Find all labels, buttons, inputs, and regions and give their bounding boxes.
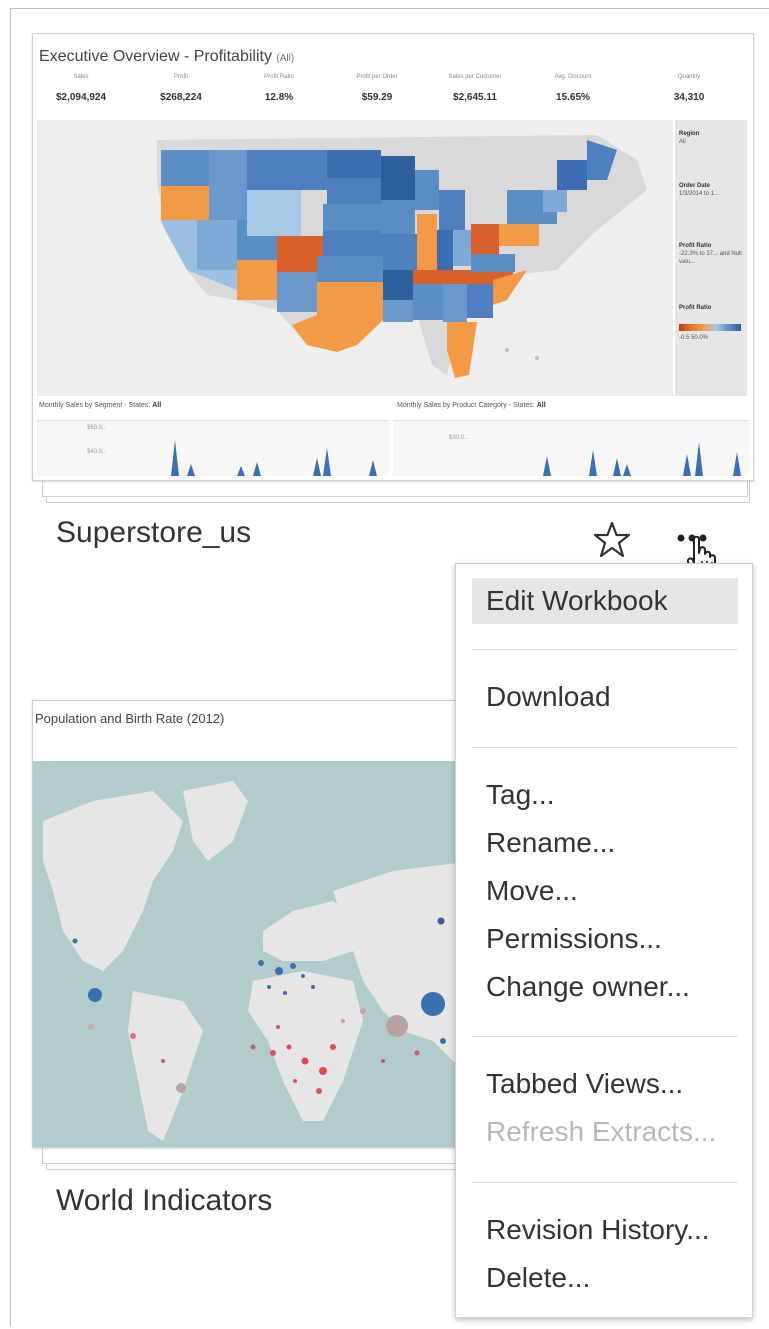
sales-spike <box>323 448 331 476</box>
sales-spike <box>695 442 703 476</box>
axis-tick: $30.0.. <box>449 435 468 441</box>
workbook-thumbnail[interactable]: Executive Overview - Profitability (All)… <box>32 33 754 481</box>
kpi-avg-discount: Avg. Discount 15.65% <box>533 74 613 103</box>
menu-item-refresh-extracts: Refresh Extracts... <box>486 1116 717 1147</box>
kpi-value: $268,224 <box>160 92 202 103</box>
color-legend-bar <box>679 324 741 331</box>
workbook-card-world-indicators[interactable]: Population and Birth Rate (2012) <box>32 700 488 1170</box>
filter-label: Profit Ratio <box>679 243 712 249</box>
menu-item-revision-history[interactable]: Revision History... <box>472 1207 738 1253</box>
filter-value: 1/3/2014 to 1... <box>679 191 720 197</box>
kpi-label: Sales <box>73 74 89 80</box>
mini-chart-filter: All <box>536 402 546 409</box>
filter-order-date: Order Date 1/3/2014 to 1... <box>679 182 719 198</box>
kpi-strip: Sales $2,094,924 Profit $268,224 Profit Ra… <box>33 74 753 110</box>
sales-spike <box>187 464 195 476</box>
mini-chart-title-text: Monthly Sales by Product Category - Stat… <box>397 402 535 409</box>
kpi-sales: Sales $2,094,924 <box>41 74 121 103</box>
sales-spike <box>589 450 597 476</box>
menu-item-tag[interactable]: Tag... <box>472 772 738 818</box>
menu-item-change-owner[interactable]: Change owner... <box>472 964 738 1010</box>
filter-label: Region <box>679 131 700 137</box>
menu-separator <box>472 1182 738 1183</box>
kpi-quantity: Quantity 34,310 <box>649 74 729 103</box>
sales-by-category-chart: $30.0.. <box>393 420 749 476</box>
kpi-value: $2,645.11 <box>453 92 497 103</box>
filter-profit-ratio: Profit Ratio -22.3% to 37... and Null val… <box>679 242 743 266</box>
menu-item-move[interactable]: Move... <box>472 868 738 914</box>
menu-separator <box>472 747 738 748</box>
menu-item-permissions[interactable]: Permissions... <box>472 916 738 962</box>
menu-item-rename[interactable]: Rename... <box>472 820 738 866</box>
kpi-value: $59.29 <box>361 92 393 103</box>
mini-chart-title-text: Monthly Sales by Segment - States: <box>39 402 151 409</box>
menu-item-delete[interactable]: Delete... <box>472 1255 738 1301</box>
sales-spike <box>237 466 245 476</box>
mini-chart-filter: All <box>152 402 162 409</box>
world-population-map <box>33 761 483 1147</box>
dashboard-title: Executive Overview - Profitability (All) <box>39 48 294 66</box>
workbook-thumbnail[interactable]: Population and Birth Rate (2012) <box>32 700 484 1148</box>
dashboard-title: Population and Birth Rate (2012) <box>35 711 225 726</box>
legend-label: Profit Ratio <box>679 305 712 311</box>
kpi-profit: Profit $268,224 <box>141 74 221 103</box>
kpi-label: Profit Ratio <box>264 74 294 80</box>
us-states-choropleth <box>37 120 673 396</box>
kpi-label: Avg. Discount <box>554 74 592 80</box>
kpi-label: Quantity <box>677 74 701 80</box>
sales-spike <box>253 462 261 476</box>
menu-item-download[interactable]: Download <box>472 674 738 720</box>
kpi-profit-ratio: Profit Ratio 12.8% <box>239 74 319 103</box>
workbook-card-superstore[interactable]: Executive Overview - Profitability (All)… <box>32 33 754 503</box>
sales-spike <box>733 452 741 476</box>
kpi-label: Profit <box>173 74 188 80</box>
world-map <box>33 761 483 1147</box>
legend-range: -0.5 50.0% <box>679 334 708 342</box>
menu-item-edit-workbook[interactable]: Edit Workbook <box>472 578 738 624</box>
mini-chart-title: Monthly Sales by Product Category - Stat… <box>397 402 546 409</box>
kpi-label: Sales per Customer <box>448 74 502 80</box>
star-outline-icon[interactable] <box>592 520 632 560</box>
sales-spike <box>369 460 377 476</box>
sales-spike <box>683 454 691 476</box>
filter-value: -22.3% to 37... and Null valu... <box>679 251 742 265</box>
filter-value: All <box>679 139 686 145</box>
us-profit-map <box>37 120 673 396</box>
workbook-name-superstore[interactable]: Superstore_us <box>56 516 251 550</box>
dashboard-title-filter: (All) <box>276 53 295 64</box>
menu-item-tabbed-views[interactable]: Tabbed Views... <box>472 1061 738 1107</box>
dashboard-title-text: Executive Overview - Profitability <box>39 48 272 65</box>
kpi-value: 34,310 <box>673 92 705 103</box>
kpi-value: 12.8% <box>264 92 294 103</box>
filter-label: Order Date <box>679 183 711 189</box>
kpi-value: $2,094,924 <box>55 92 107 103</box>
filter-region: Region All <box>679 130 699 146</box>
sales-spike <box>543 456 551 476</box>
menu-separator <box>472 649 738 650</box>
sales-spike <box>313 458 321 476</box>
legend-profit-ratio: Profit Ratio <box>679 304 711 312</box>
sales-spike <box>171 440 179 476</box>
workbook-actions-menu: Edit Workbook Download Tag... Rename... … <box>455 563 753 1318</box>
kpi-value: 15.65% <box>556 92 590 103</box>
legend-range-value: -0.5 50.0% <box>679 335 709 341</box>
workbook-name-world-indicators[interactable]: World Indicators <box>56 1184 272 1218</box>
kpi-label: Profit per Order <box>356 74 398 80</box>
axis-tick: $40.0.. <box>87 449 106 455</box>
kpi-sales-per-customer: Sales per Customer $2,645.11 <box>435 74 515 103</box>
filter-panel: Region All Order Date 1/3/2014 to 1... Pro… <box>675 120 747 396</box>
sales-by-segment-chart: $60.0.. $40.0.. <box>37 420 389 476</box>
sales-spike <box>613 458 621 476</box>
kpi-profit-per-order: Profit per Order $59.29 <box>337 74 417 103</box>
axis-tick: $60.0.. <box>87 425 106 431</box>
mini-chart-title: Monthly Sales by Segment - States: All <box>39 402 161 409</box>
menu-separator <box>472 1036 738 1037</box>
sales-spike <box>623 464 631 476</box>
mini-charts: Monthly Sales by Segment - States: All M… <box>37 400 749 476</box>
